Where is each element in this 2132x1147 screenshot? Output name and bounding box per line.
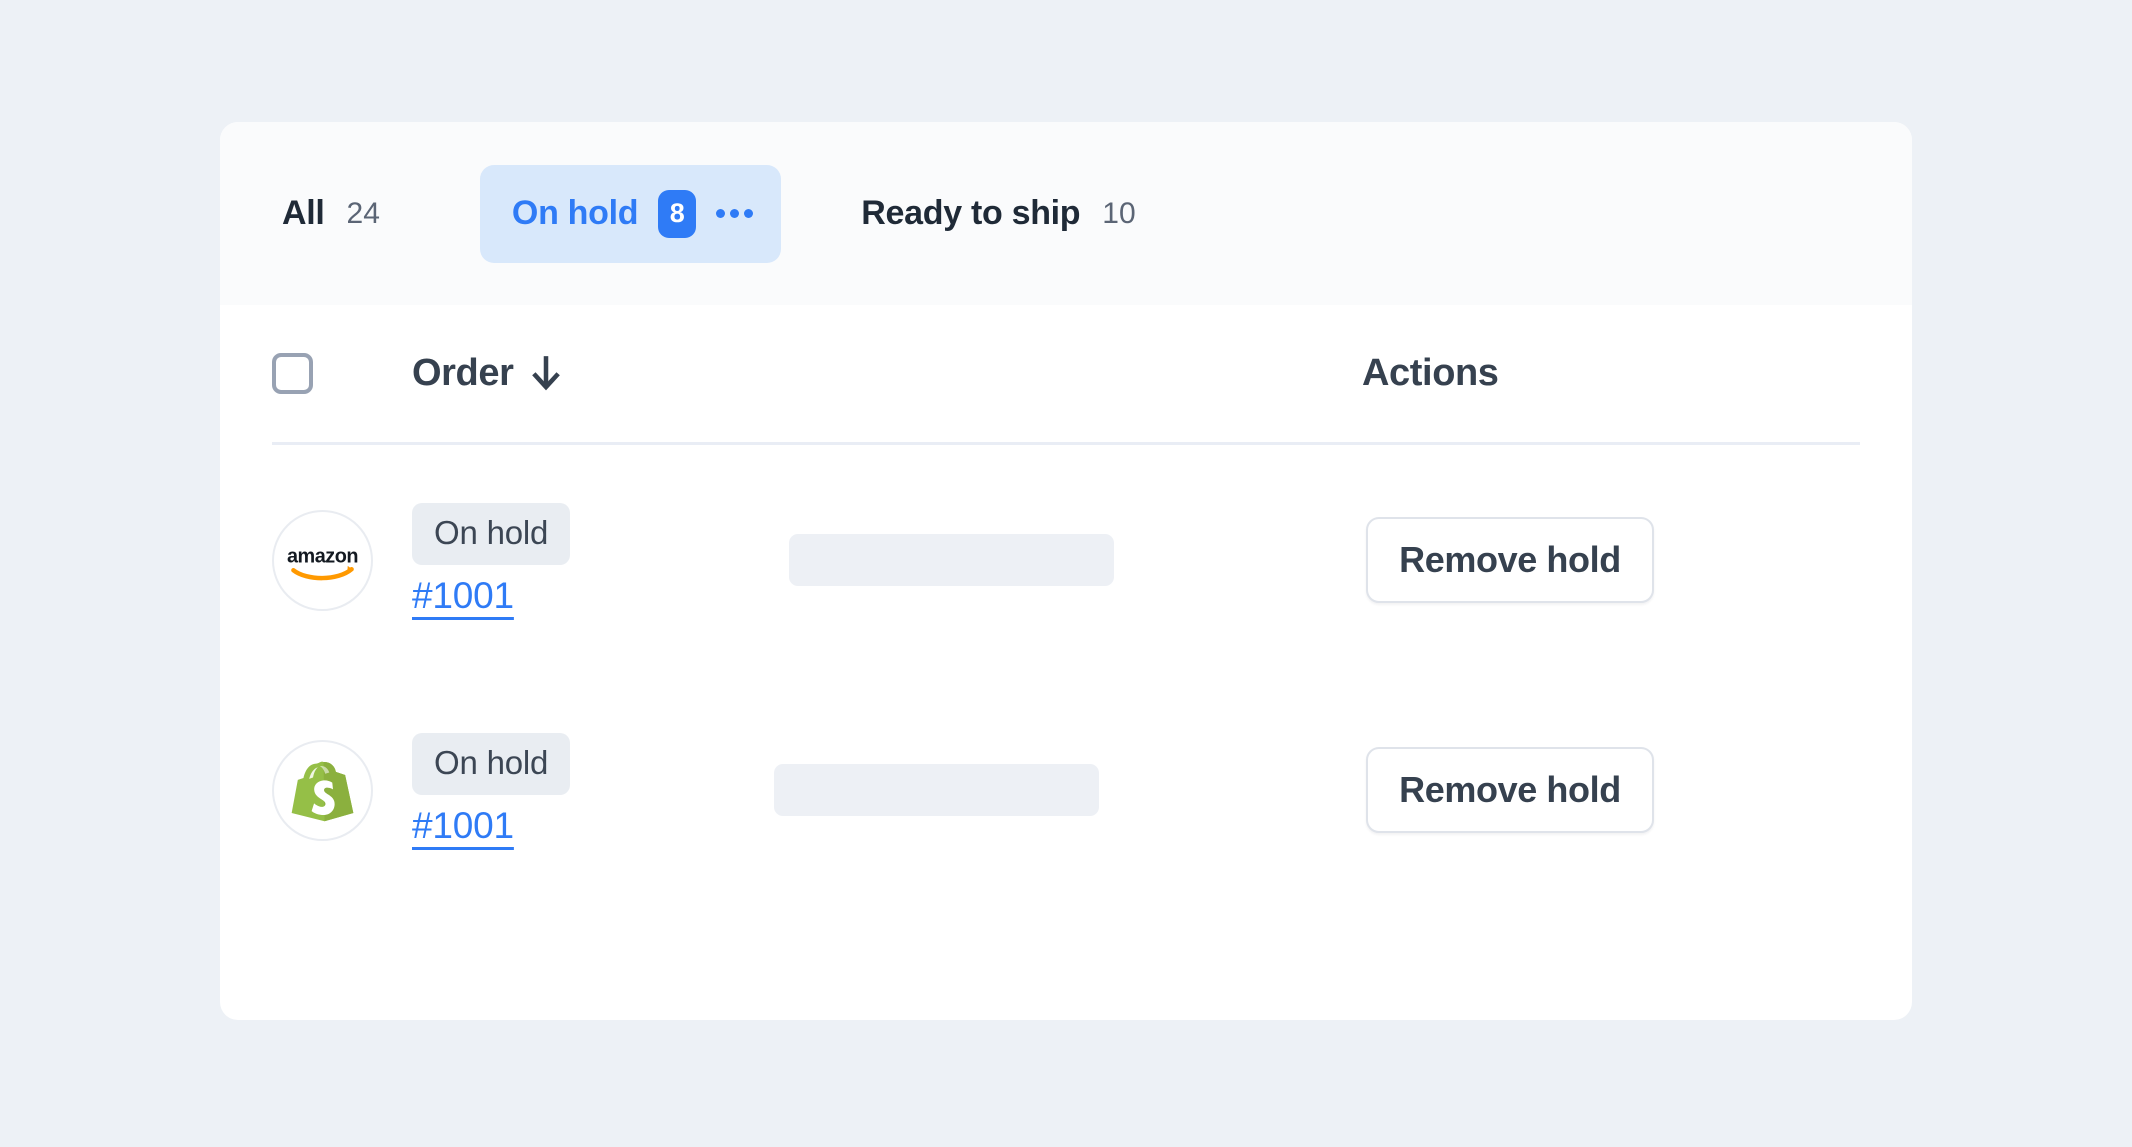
svg-text:amazon: amazon: [287, 545, 358, 567]
orders-card: All 24 On hold 8 Ready to ship 10 Order …: [220, 122, 1912, 1020]
checkbox-unchecked-icon[interactable]: [272, 353, 313, 394]
order-number-link[interactable]: #1001: [412, 805, 514, 847]
row-placeholder-cell: [742, 764, 1362, 816]
tab-on-hold-count-badge: 8: [658, 189, 697, 238]
column-header-actions-label: Actions: [1362, 352, 1499, 394]
row-actions-cell: Remove hold: [1362, 517, 1864, 603]
row-channel-cell: [272, 739, 412, 841]
table-header-row: Order Actions: [268, 305, 1864, 442]
tab-ready-to-ship[interactable]: Ready to ship 10: [847, 184, 1149, 243]
ellipsis-horizontal-icon[interactable]: [716, 209, 754, 218]
row-order-cell: On hold #1001: [412, 503, 742, 617]
order-status-tabs: All 24 On hold 8 Ready to ship 10: [220, 122, 1912, 305]
row-order-cell: On hold #1001: [412, 733, 742, 847]
tab-ready-to-ship-count: 10: [1102, 196, 1136, 230]
dot: [744, 209, 754, 218]
table-row[interactable]: On hold #1001 Remove hold: [268, 675, 1864, 905]
placeholder-bar: [774, 764, 1099, 816]
row-channel-cell: amazon: [272, 509, 412, 611]
dot: [716, 209, 726, 218]
tab-all-count: 24: [346, 196, 380, 230]
tab-all-label: All: [282, 194, 325, 232]
select-all-cell: [272, 353, 412, 394]
row-placeholder-cell: [742, 534, 1362, 586]
orders-table: Order Actions amazon On hold #1001 Remov…: [220, 305, 1912, 905]
column-header-actions: Actions: [1362, 352, 1864, 395]
tab-ready-to-ship-label: Ready to ship: [861, 194, 1081, 232]
row-actions-cell: Remove hold: [1362, 747, 1864, 833]
order-number-link[interactable]: #1001: [412, 575, 514, 617]
status-badge: On hold: [412, 503, 571, 565]
column-header-order[interactable]: Order: [412, 352, 742, 395]
arrow-down-icon: [529, 355, 563, 393]
dot: [730, 209, 740, 218]
tab-all[interactable]: All 24: [268, 184, 394, 243]
amazon-logo-icon: amazon: [272, 509, 373, 611]
column-header-order-label: Order: [412, 352, 514, 394]
shopify-logo-icon: [272, 739, 373, 841]
status-badge: On hold: [412, 733, 571, 795]
tab-on-hold[interactable]: On hold 8: [479, 164, 782, 263]
placeholder-bar: [789, 534, 1114, 586]
remove-hold-button[interactable]: Remove hold: [1366, 517, 1654, 603]
table-row[interactable]: amazon On hold #1001 Remove hold: [268, 445, 1864, 675]
tab-on-hold-label: On hold: [511, 194, 639, 232]
remove-hold-button[interactable]: Remove hold: [1366, 747, 1654, 833]
